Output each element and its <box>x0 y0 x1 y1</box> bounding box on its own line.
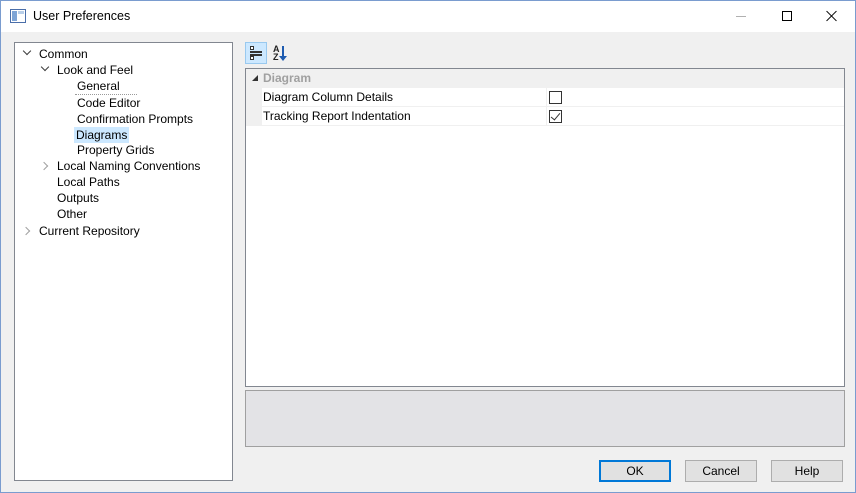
chevron-right-icon[interactable] <box>39 161 49 171</box>
tree-node-general[interactable]: General <box>75 78 122 94</box>
description-pane <box>245 390 845 447</box>
property-name: Diagram Column Details <box>263 90 394 104</box>
property-name: Tracking Report Indentation <box>263 109 411 123</box>
property-row-diagram-column-details[interactable]: Diagram Column Details <box>246 88 844 107</box>
sort-alphabetical-icon: AZ <box>273 45 287 62</box>
tree-node-label: Look and Feel <box>57 63 134 77</box>
alphabetical-button[interactable]: AZ <box>269 42 291 64</box>
tree-node-label: Local Paths <box>57 175 120 189</box>
diagram-column-details-checkbox[interactable] <box>549 91 562 104</box>
tracking-report-indentation-checkbox[interactable] <box>549 110 562 123</box>
tree-node-label: Code Editor <box>77 96 141 110</box>
tree-node-property-grids[interactable]: Property Grids <box>75 142 156 158</box>
column-divider[interactable] <box>546 88 547 126</box>
category-label: Diagram <box>263 71 312 85</box>
tree-node-label: Other <box>57 207 88 221</box>
tree-node-common[interactable]: Common <box>21 46 90 62</box>
tree-node-label: Outputs <box>57 191 100 205</box>
tree-node-look-and-feel[interactable]: Look and Feel <box>39 62 135 78</box>
maximize-icon <box>782 11 792 21</box>
tree-node-current-repository[interactable]: Current Repository <box>21 223 142 239</box>
tree-node-local-naming-conventions[interactable]: Local Naming Conventions <box>39 158 202 174</box>
property-value[interactable] <box>549 91 562 104</box>
tree-node-outputs[interactable]: Outputs <box>55 190 101 206</box>
title-bar[interactable]: User Preferences <box>1 1 855 32</box>
tree-node-label: Local Naming Conventions <box>57 159 201 173</box>
tree-node-label: Confirmation Prompts <box>77 112 194 126</box>
minimize-icon <box>736 15 746 17</box>
tree-node-confirmation-prompts[interactable]: Confirmation Prompts <box>75 111 195 127</box>
window-title: User Preferences <box>33 9 131 23</box>
tree-node-label: Common <box>39 47 88 61</box>
property-value[interactable] <box>549 110 562 123</box>
tree-node-code-editor[interactable]: Code Editor <box>75 95 142 111</box>
chevron-down-icon[interactable] <box>40 62 50 72</box>
property-grid[interactable]: Diagram Diagram Column Details Tracking … <box>245 68 845 387</box>
tree-node-label: Current Repository <box>39 224 140 238</box>
maximize-button[interactable] <box>764 1 810 31</box>
preferences-tree[interactable]: Common Look and Feel General Code Editor… <box>14 42 233 481</box>
ok-button[interactable]: OK <box>599 460 671 482</box>
tree-node-local-paths[interactable]: Local Paths <box>55 174 122 190</box>
tree-node-other[interactable]: Other <box>55 206 89 222</box>
categorized-button[interactable] <box>245 42 267 64</box>
close-button[interactable] <box>809 1 855 31</box>
help-button[interactable]: Help <box>771 460 843 482</box>
collapse-triangle-icon[interactable] <box>252 75 258 81</box>
row-gutter <box>246 107 262 126</box>
close-icon <box>826 10 838 22</box>
tree-node-label: Diagrams <box>74 127 130 143</box>
tree-node-label: General <box>77 79 120 93</box>
minimize-button[interactable] <box>718 1 764 31</box>
row-gutter <box>246 88 262 107</box>
tree-node-label: Property Grids <box>77 143 155 157</box>
cancel-button[interactable]: Cancel <box>685 460 757 482</box>
category-row-diagram[interactable]: Diagram <box>246 69 844 88</box>
tree-node-diagrams[interactable]: Diagrams <box>74 127 130 143</box>
chevron-down-icon[interactable] <box>22 46 32 56</box>
property-row-tracking-report-indentation[interactable]: Tracking Report Indentation <box>246 107 844 126</box>
chevron-right-icon[interactable] <box>21 226 31 236</box>
window-app-icon <box>10 9 26 23</box>
user-preferences-dialog: User Preferences Common Look and Feel Ge… <box>0 0 856 493</box>
categorized-icon <box>250 46 262 60</box>
